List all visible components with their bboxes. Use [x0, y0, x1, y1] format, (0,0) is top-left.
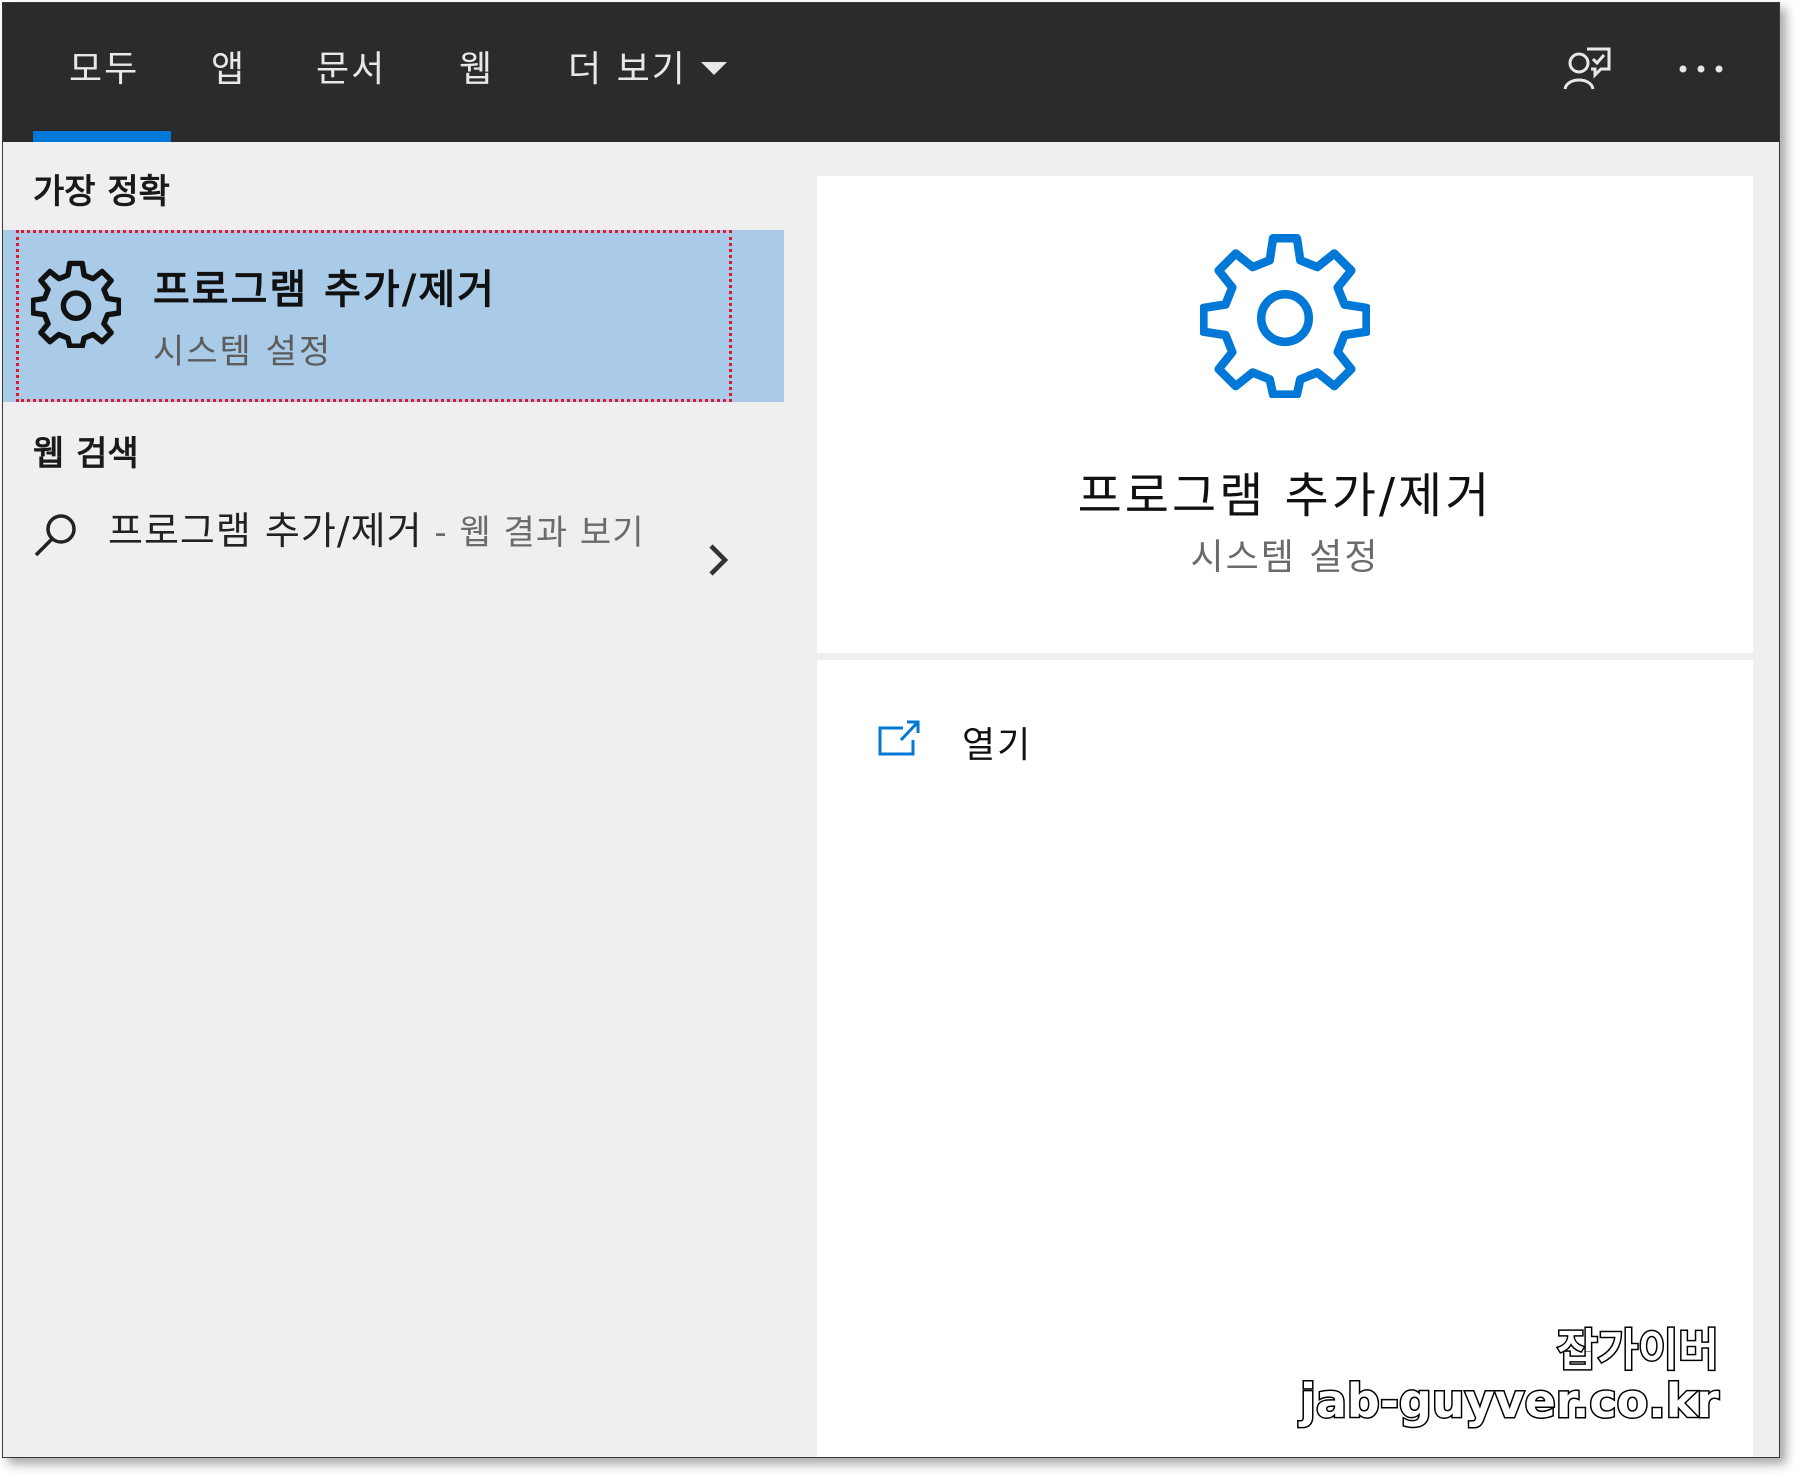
caret-down-icon [700, 61, 727, 75]
tab-more[interactable]: 더 보기 [568, 45, 727, 95]
search-window: 모두 앱 문서 웹 더 보기 가장 정확 프로그램 추가/제거 시스템 설정 웹… [2, 2, 1780, 1458]
best-match-header: 가장 정확 [33, 172, 170, 212]
chevron-right-icon[interactable] [703, 540, 733, 580]
watermark-name: 잡가이버 [1556, 1325, 1721, 1376]
web-result-item[interactable]: 프로그램 추가/제거 - 웹 결과 보기 [3, 502, 784, 632]
results-pane: 가장 정확 프로그램 추가/제거 시스템 설정 웹 검색 프로그램 추가/제거 … [3, 142, 784, 1457]
ellipsis-icon[interactable] [1675, 59, 1727, 79]
preview-subtitle: 시스템 설정 [1190, 537, 1380, 578]
tab-all[interactable]: 모두 [69, 45, 139, 95]
preview-title: 프로그램 추가/제거 [1077, 468, 1493, 524]
best-match-item[interactable]: 프로그램 추가/제거 시스템 설정 [3, 230, 784, 402]
tab-apps[interactable]: 앱 [211, 45, 246, 95]
web-result-suffix: - 웹 결과 보기 [422, 513, 645, 553]
active-tab-indicator [33, 131, 171, 142]
best-match-subtitle: 시스템 설정 [153, 332, 333, 372]
best-match-title: 프로그램 추가/제거 [153, 267, 496, 313]
web-result-query: 프로그램 추가/제거 [108, 509, 423, 553]
web-search-header: 웹 검색 [33, 434, 139, 474]
open-action-label: 열기 [962, 725, 1033, 766]
open-external-icon [877, 718, 921, 758]
search-scope-bar: 모두 앱 문서 웹 더 보기 [3, 3, 1779, 142]
preview-header-card: 프로그램 추가/제거 시스템 설정 [817, 176, 1753, 653]
gear-icon [1199, 228, 1371, 399]
search-icon [31, 510, 81, 560]
tab-web[interactable]: 웹 [459, 45, 494, 95]
feedback-person-icon[interactable] [1561, 43, 1613, 95]
watermark: 잡가이버 jab-guyver.co.kr [1299, 1325, 1721, 1429]
web-result-text: 프로그램 추가/제거 - 웹 결과 보기 [108, 502, 648, 562]
tab-documents[interactable]: 문서 [316, 45, 386, 95]
watermark-url: jab-guyver.co.kr [1299, 1374, 1721, 1429]
tab-more-label: 더 보기 [568, 49, 687, 90]
gear-icon [30, 258, 122, 349]
preview-pane: 프로그램 추가/제거 시스템 설정 열기 [784, 142, 1779, 1457]
